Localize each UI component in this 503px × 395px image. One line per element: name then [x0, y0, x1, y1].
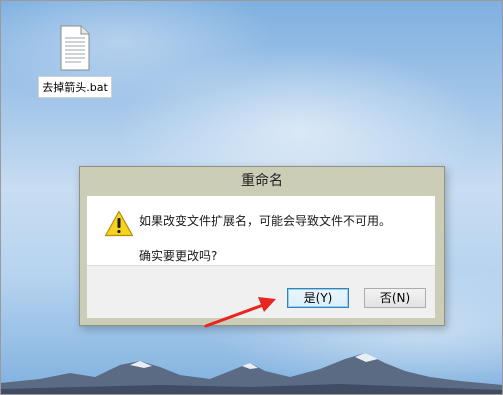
yes-button[interactable]: 是(Y) [287, 288, 349, 308]
dialog-title[interactable]: 重命名 [80, 167, 444, 195]
desktop-file-item[interactable]: 去掉箭头.bat [34, 24, 116, 98]
dialog-message: 如果改变文件扩展名，可能会导致文件不可用。 [139, 214, 392, 228]
wallpaper-mountains [0, 353, 503, 395]
no-button[interactable]: 否(N) [364, 288, 426, 308]
text-document-icon [60, 25, 90, 71]
red-arrow-annotation [204, 297, 276, 328]
warning-icon [104, 210, 134, 237]
dialog-confirm-question: 确实要更改吗? [139, 249, 218, 263]
dialog-message-area: 如果改变文件扩展名，可能会导致文件不可用。 确实要更改吗? [87, 196, 435, 265]
desktop-file-label[interactable]: 去掉箭头.bat [38, 76, 112, 98]
